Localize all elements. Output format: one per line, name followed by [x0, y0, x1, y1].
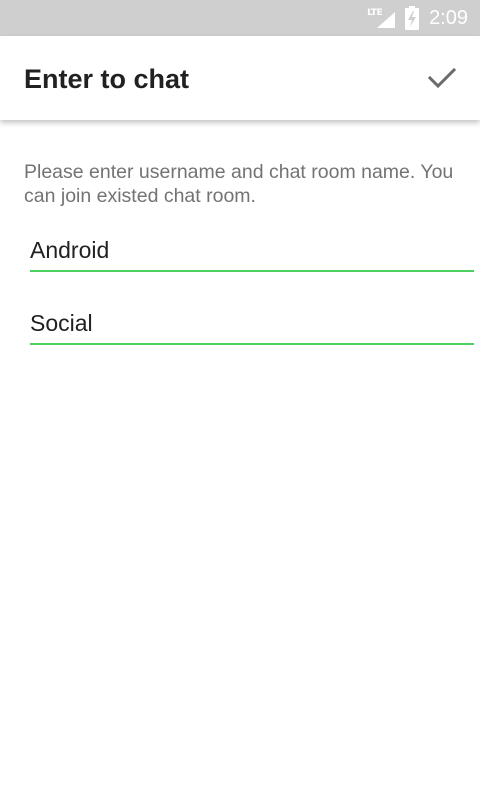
- room-name-field[interactable]: [30, 303, 474, 345]
- confirm-button[interactable]: [418, 54, 466, 102]
- checkmark-icon: [427, 67, 457, 89]
- username-input[interactable]: [30, 230, 474, 270]
- battery-charging-icon: [405, 6, 420, 30]
- signal-strength-icon: [377, 12, 396, 28]
- instructions-text: Please enter username and chat room name…: [24, 161, 454, 207]
- status-bar: LTE 2:09: [0, 0, 480, 36]
- username-field[interactable]: [30, 230, 474, 272]
- status-icons: LTE 2:09: [367, 0, 468, 36]
- lte-signal-icon: LTE: [367, 6, 396, 30]
- app-bar: Enter to chat: [0, 36, 480, 120]
- status-time: 2:09: [429, 6, 468, 29]
- page-title: Enter to chat: [24, 64, 190, 94]
- room-name-input[interactable]: [30, 303, 474, 343]
